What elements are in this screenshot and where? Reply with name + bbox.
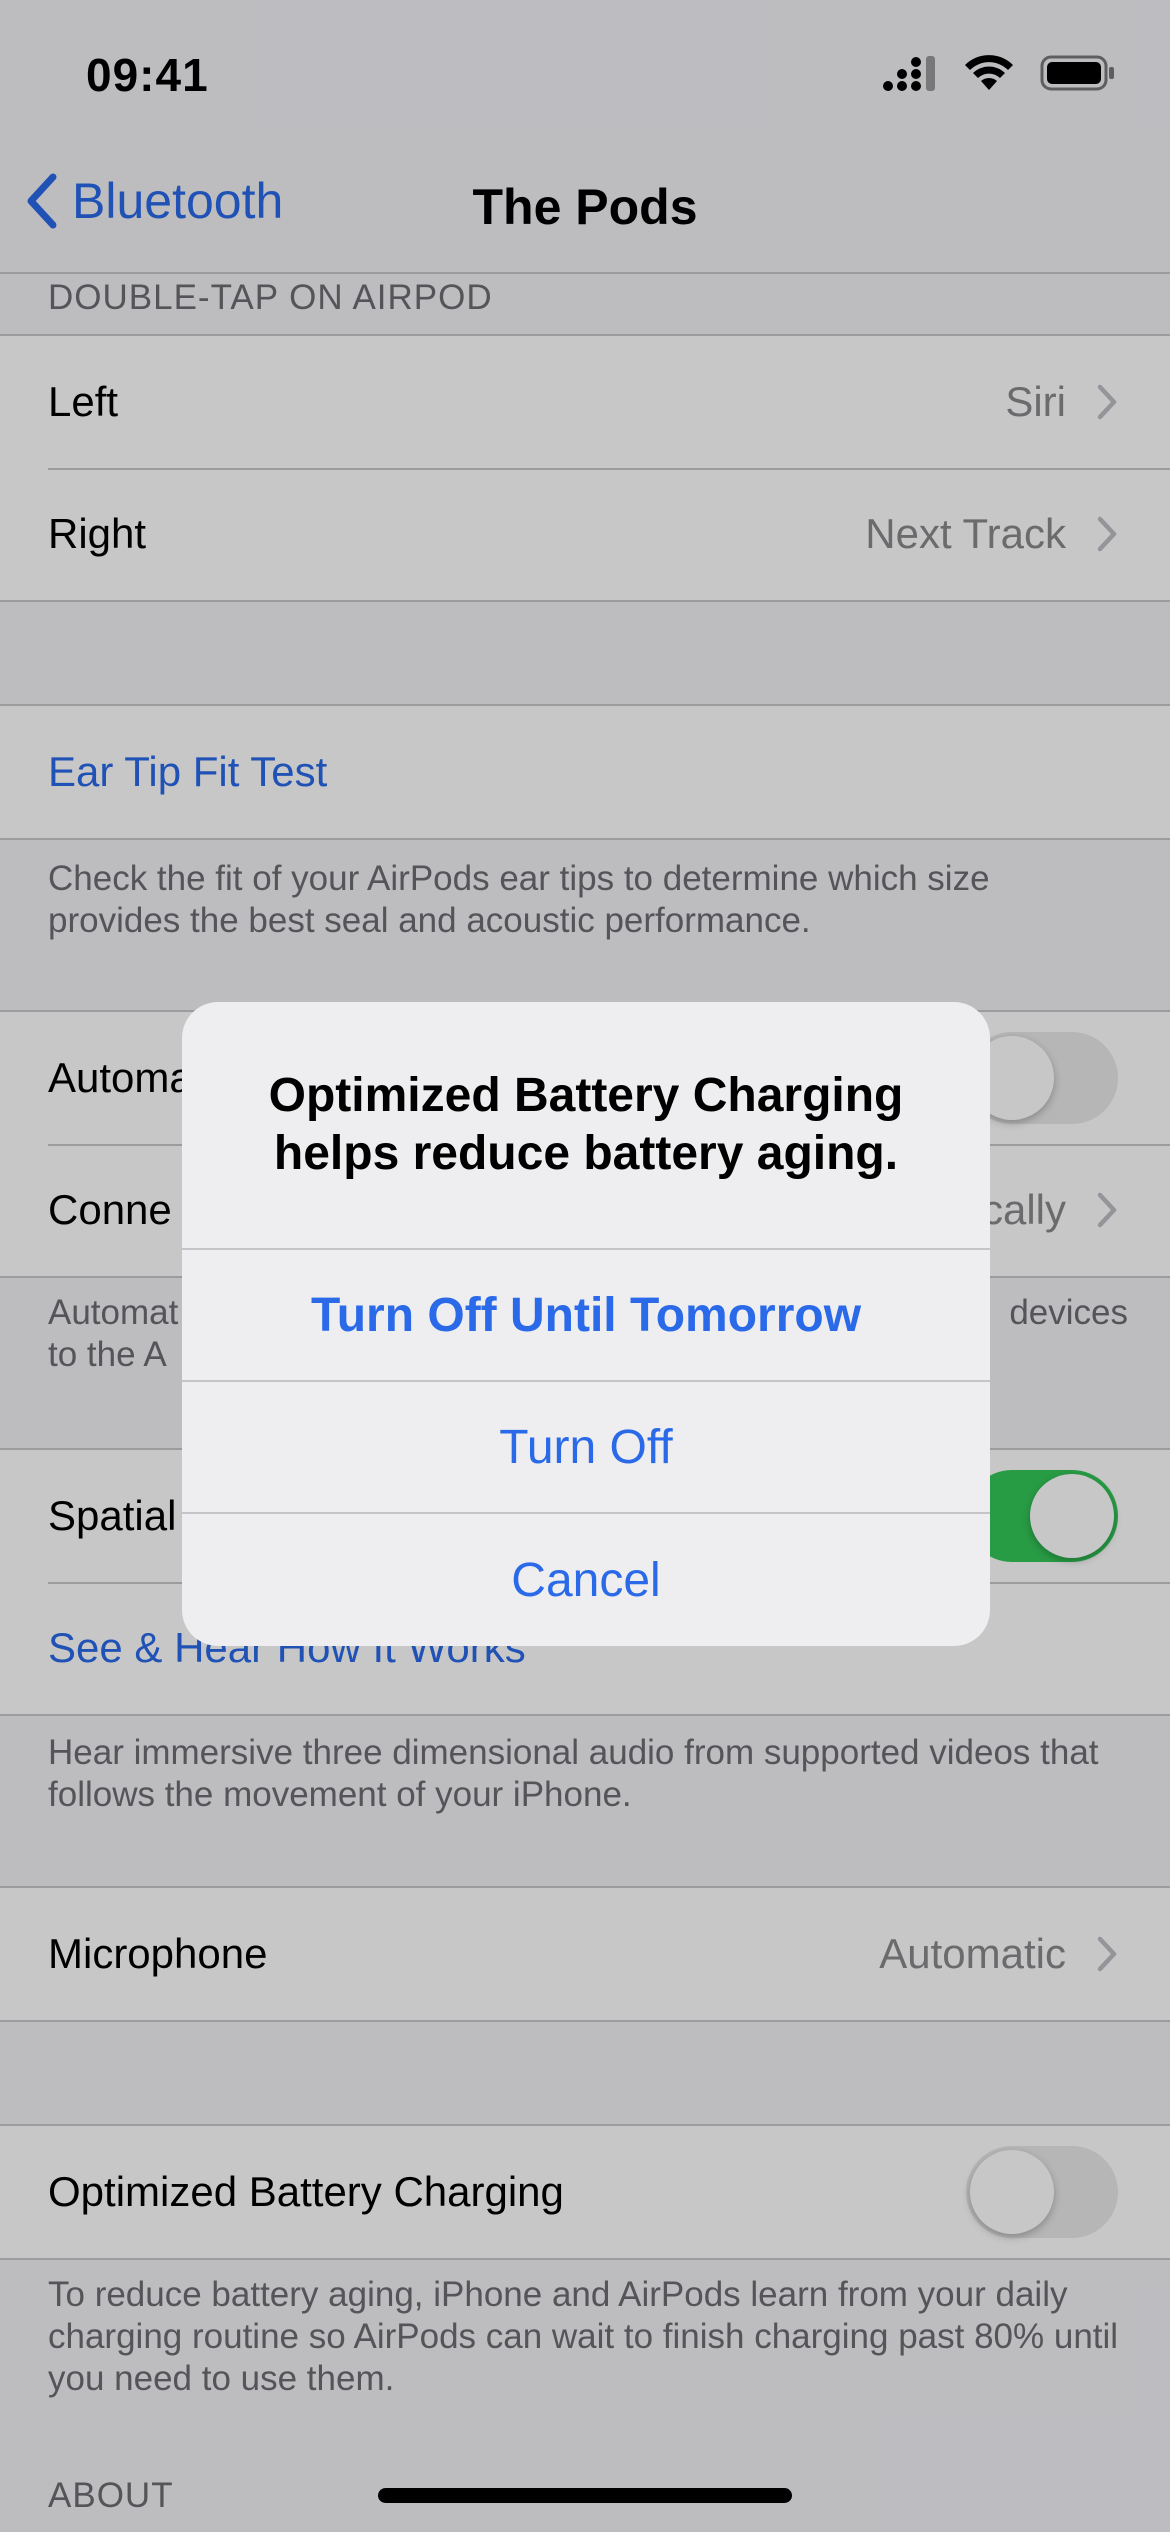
cancel-button[interactable]: Cancel	[182, 1514, 990, 1646]
home-indicator	[378, 2488, 792, 2503]
turn-off-button[interactable]: Turn Off	[182, 1382, 990, 1514]
settings-screen: 09:41 Bluetooth The Pods DOUBLE-TAP ON A…	[0, 0, 1170, 2532]
alert-title: Optimized Battery Charging helps reduce …	[182, 1002, 990, 1250]
alert-dialog: Optimized Battery Charging helps reduce …	[182, 1002, 990, 1646]
turn-off-until-tomorrow-button[interactable]: Turn Off Until Tomorrow	[182, 1250, 990, 1382]
